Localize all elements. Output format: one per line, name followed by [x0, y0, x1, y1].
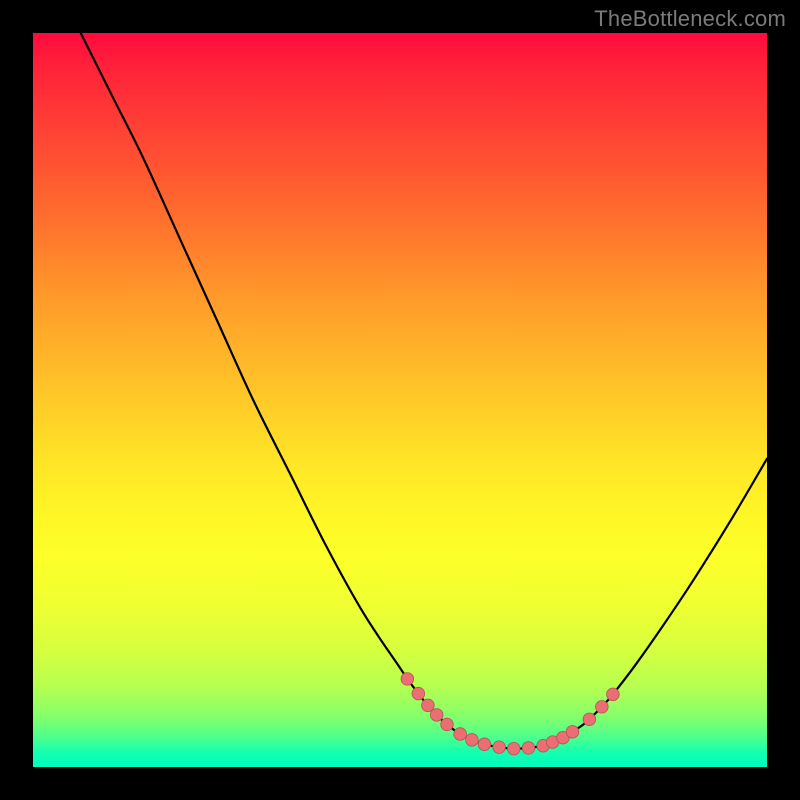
curve-marker [422, 699, 435, 712]
curve-marker [507, 742, 520, 755]
curve-marker [441, 718, 454, 731]
curve-marker [412, 687, 425, 700]
curve-marker [454, 728, 467, 741]
chart-plot-area [33, 33, 767, 767]
bottleneck-curve [81, 33, 767, 749]
curve-marker [566, 725, 579, 738]
curve-markers [401, 673, 619, 755]
curve-marker [401, 673, 414, 686]
curve-marker [466, 734, 479, 747]
curve-marker [522, 742, 535, 755]
watermark-text: TheBottleneck.com [594, 6, 786, 32]
curve-marker [430, 709, 443, 722]
curve-marker [493, 741, 506, 754]
curve-marker [583, 713, 596, 726]
curve-marker [596, 701, 609, 714]
curve-marker [478, 738, 491, 751]
chart-svg-layer [33, 33, 767, 767]
curve-marker [607, 688, 620, 701]
